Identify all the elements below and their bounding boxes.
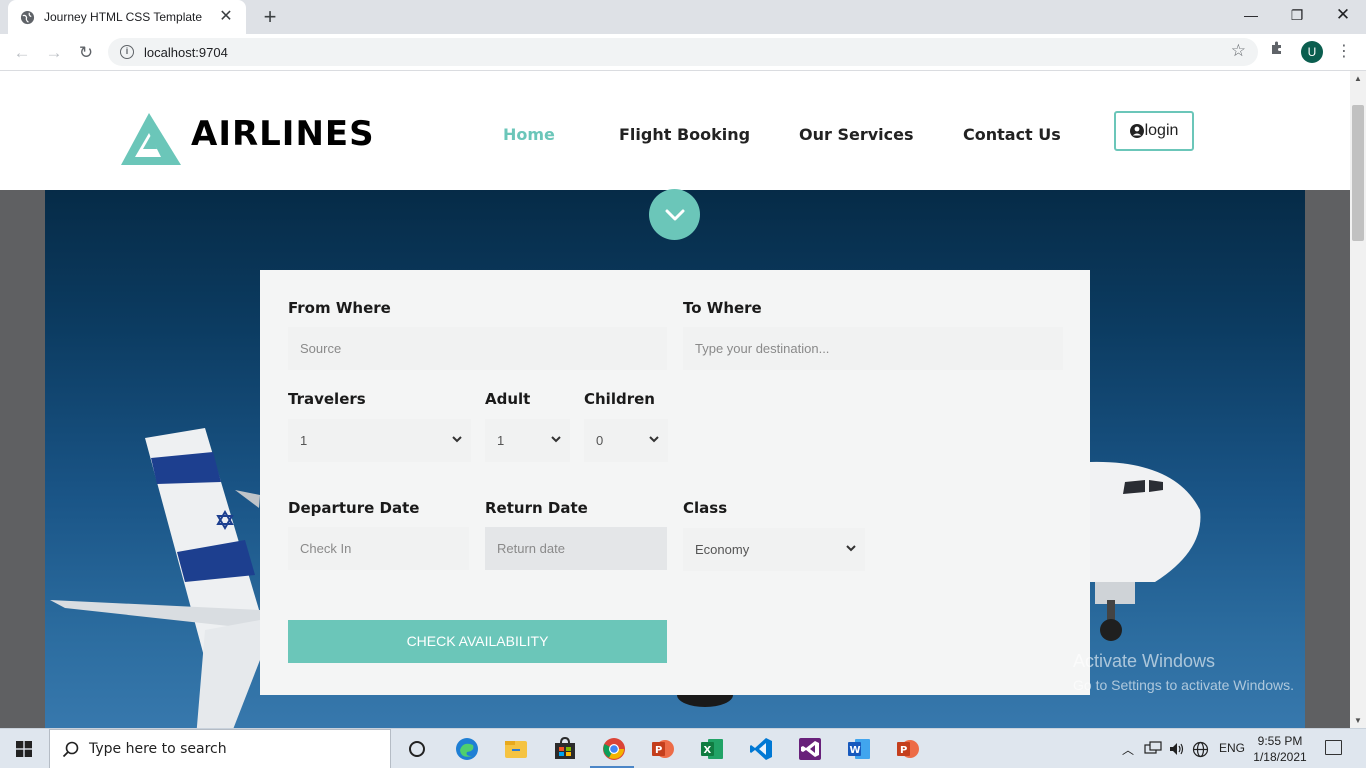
site-header: AIRLINES Home Flight Booking Our Service… — [0, 71, 1350, 190]
vscode-icon[interactable] — [749, 737, 773, 761]
browser-menu-icon[interactable]: ⋮ — [1336, 41, 1352, 61]
chevron-down-icon — [551, 436, 561, 443]
page-scrollbar[interactable]: ▲ ▼ — [1350, 71, 1366, 728]
scroll-down-arrow-icon[interactable]: ▼ — [1354, 716, 1362, 725]
right-airplane-nose — [1090, 461, 1201, 641]
from-label: From Where — [288, 299, 391, 317]
adult-label: Adult — [485, 390, 531, 408]
departure-label: Departure Date — [288, 499, 420, 517]
visual-studio-icon[interactable] — [798, 737, 822, 761]
children-value: 0 — [596, 433, 604, 448]
notification-center-icon[interactable] — [1325, 740, 1342, 755]
browser-tab-bar: Journey HTML CSS Template ✕ + — ❐ ✕ — [0, 0, 1366, 34]
close-tab-icon[interactable]: ✕ — [218, 9, 234, 25]
return-date-input[interactable]: Return date — [485, 527, 667, 570]
activate-windows-title: Activate Windows — [1073, 651, 1216, 671]
travelers-label: Travelers — [288, 390, 366, 408]
taskbar-search-box[interactable]: Type here to search — [49, 729, 391, 768]
class-value: Economy — [695, 542, 750, 557]
taskbar-search-placeholder: Type here to search — [89, 741, 227, 757]
restore-button[interactable]: ❐ — [1274, 0, 1320, 30]
language-globe-icon[interactable] — [1192, 741, 1209, 758]
minimize-button[interactable]: — — [1228, 0, 1274, 30]
children-label: Children — [584, 390, 655, 408]
nav-home[interactable]: Home — [503, 125, 555, 144]
source-input[interactable]: Source — [288, 327, 667, 370]
scrollbar-thumb[interactable] — [1352, 105, 1364, 241]
new-tab-button[interactable]: + — [258, 5, 282, 29]
user-icon — [1129, 124, 1144, 138]
globe-icon — [20, 10, 35, 24]
excel-icon[interactable]: X — [700, 737, 724, 761]
svg-text:P: P — [900, 745, 907, 756]
brand-name[interactable]: AIRLINES — [191, 114, 375, 154]
class-select[interactable]: Economy — [683, 528, 865, 571]
forward-button[interactable]: → — [41, 40, 67, 66]
bookmark-star-icon[interactable]: ☆ — [1231, 41, 1246, 61]
powerpoint-icon[interactable]: P — [651, 737, 675, 761]
chevron-down-icon — [846, 545, 856, 552]
chrome-icon[interactable] — [602, 737, 626, 761]
booking-form: From Where Source To Where Type your des… — [260, 270, 1090, 695]
volume-icon[interactable] — [1168, 741, 1186, 757]
close-window-button[interactable]: ✕ — [1320, 0, 1366, 30]
reload-button[interactable]: ↻ — [73, 40, 99, 66]
profile-avatar[interactable]: U — [1301, 41, 1323, 63]
clock-date: 1/18/2021 — [1253, 750, 1307, 764]
nav-flight-booking[interactable]: Flight Booking — [619, 125, 750, 144]
left-airplane-tail — [50, 428, 265, 728]
back-button[interactable]: ← — [9, 40, 35, 66]
input-language[interactable]: ENG — [1219, 741, 1245, 755]
word-icon[interactable]: W — [847, 737, 871, 761]
svg-text:W: W — [850, 745, 861, 756]
url-text: localhost:9704 — [144, 44, 228, 60]
site-info-icon[interactable]: i — [120, 45, 134, 59]
chevron-down-icon — [452, 436, 462, 443]
windows-start-icon[interactable] — [16, 741, 32, 757]
powerpoint-icon-2[interactable]: P — [896, 737, 920, 761]
class-label: Class — [683, 499, 728, 517]
departure-date-input[interactable]: Check In — [288, 527, 469, 570]
browser-tab[interactable]: Journey HTML CSS Template ✕ — [8, 0, 246, 34]
nav-our-services[interactable]: Our Services — [799, 125, 914, 144]
search-icon — [62, 741, 79, 757]
taskbar-clock[interactable]: 9:55 PM 1/18/2021 — [1252, 733, 1308, 765]
login-button[interactable]: login — [1114, 111, 1194, 151]
tab-title: Journey HTML CSS Template — [44, 10, 203, 24]
browser-toolbar: ← → ↻ i localhost:9704 ☆ — [0, 34, 1366, 71]
adult-select[interactable]: 1 — [485, 419, 570, 462]
windows-taskbar: Type here to search P X W P ︿ ENG 9:55 P… — [0, 728, 1366, 768]
address-bar[interactable]: i localhost:9704 ☆ — [108, 38, 1258, 66]
svg-text:P: P — [655, 745, 662, 756]
svg-text:X: X — [704, 745, 712, 756]
login-label: login — [1144, 122, 1179, 139]
return-label: Return Date — [485, 499, 588, 517]
scroll-down-button[interactable] — [649, 189, 700, 240]
microsoft-store-icon[interactable] — [553, 737, 577, 761]
destination-input[interactable]: Type your destination... — [683, 327, 1063, 370]
page-viewport: AIRLINES Home Flight Booking Our Service… — [0, 71, 1350, 728]
travelers-value: 1 — [300, 433, 308, 448]
show-hidden-icons-chevron-icon[interactable]: ︿ — [1122, 741, 1134, 758]
chevron-down-icon — [665, 209, 684, 220]
task-view-icon[interactable] — [405, 737, 429, 761]
airlines-logo-icon[interactable] — [121, 113, 181, 165]
adult-value: 1 — [497, 433, 505, 448]
extensions-puzzle-icon[interactable] — [1270, 40, 1286, 56]
check-availability-button[interactable]: CHECK AVAILABILITY — [288, 620, 667, 663]
activate-windows-subtitle: Go to Settings to activate Windows. — [1073, 677, 1294, 693]
to-label: To Where — [683, 299, 762, 317]
nav-contact-us[interactable]: Contact Us — [963, 125, 1061, 144]
file-explorer-icon[interactable] — [504, 737, 528, 761]
travelers-select[interactable]: 1 — [288, 419, 471, 462]
edge-icon[interactable] — [455, 737, 479, 761]
chevron-down-icon — [649, 436, 659, 443]
children-select[interactable]: 0 — [584, 419, 668, 462]
network-icon[interactable] — [1144, 741, 1162, 757]
clock-time: 9:55 PM — [1257, 734, 1303, 748]
scroll-up-arrow-icon[interactable]: ▲ — [1354, 74, 1362, 83]
